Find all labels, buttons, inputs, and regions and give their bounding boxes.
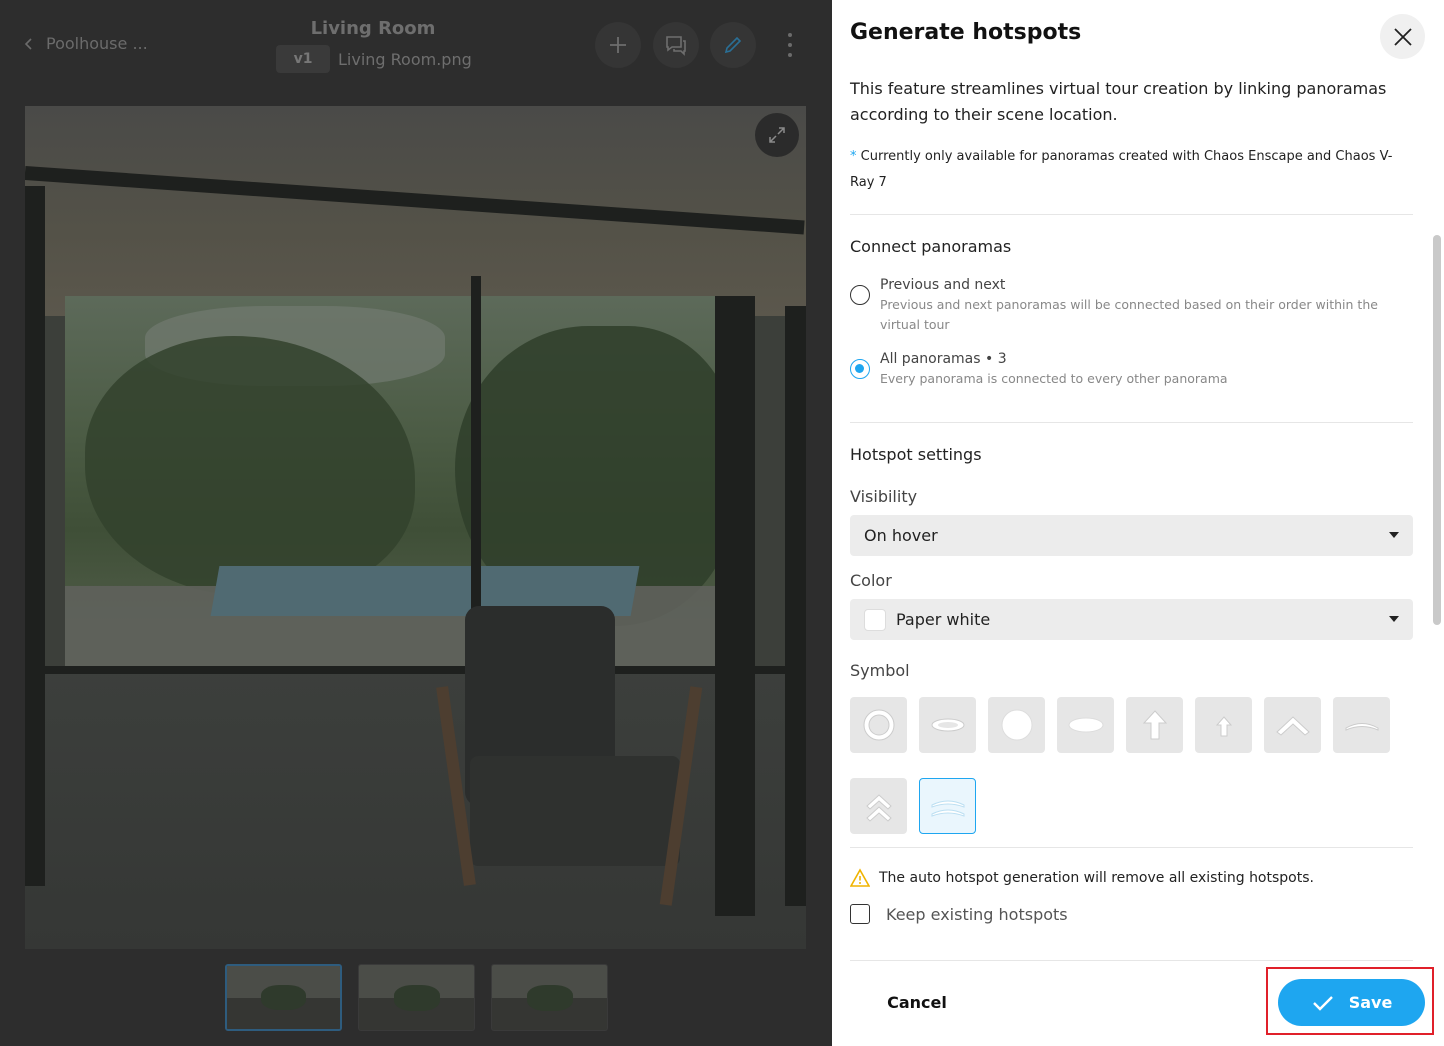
title-block: Living Room v1 Living Room.png xyxy=(276,18,476,73)
dot-symbol-icon xyxy=(1001,709,1032,741)
symbol-small-arrow-up[interactable] xyxy=(1195,697,1252,753)
divider xyxy=(850,422,1413,423)
more-vertical-icon[interactable] xyxy=(778,30,802,60)
edit-button[interactable] xyxy=(710,22,756,68)
version-badge[interactable]: v1 xyxy=(276,45,330,73)
warning-icon xyxy=(850,868,870,887)
divider xyxy=(850,847,1413,848)
symbol-flat-ring[interactable] xyxy=(919,697,976,753)
symbol-double-flat-chevron[interactable] xyxy=(919,778,976,834)
radio-label: Previous and next xyxy=(880,277,1006,293)
visibility-value: On hover xyxy=(864,526,938,545)
keep-existing-checkbox[interactable] xyxy=(850,904,870,924)
symbol-chevron-up[interactable] xyxy=(1264,697,1321,753)
panorama-image[interactable] xyxy=(25,106,806,949)
keep-existing-label: Keep existing hotspots xyxy=(886,904,1068,924)
radio-label: All panoramas • 3 xyxy=(880,351,1007,367)
caret-down-icon xyxy=(1389,532,1399,538)
thumbnail[interactable] xyxy=(491,964,608,1031)
add-button[interactable] xyxy=(595,22,641,68)
chevron-left-icon xyxy=(24,37,32,50)
close-button[interactable] xyxy=(1380,14,1425,59)
close-icon xyxy=(1393,27,1412,46)
radio-description: Previous and next panoramas will be conn… xyxy=(880,297,1378,332)
radio-all-panoramas[interactable]: All panoramas • 3 Every panorama is conn… xyxy=(850,349,1400,389)
symbol-flat-dot[interactable] xyxy=(1057,697,1114,753)
caret-down-icon xyxy=(1389,616,1399,622)
color-select[interactable]: Paper white xyxy=(850,599,1413,640)
room-title: Living Room xyxy=(310,18,436,39)
color-swatch xyxy=(864,608,886,631)
arrow-up-symbol-icon xyxy=(1142,710,1167,740)
note-marker: * xyxy=(850,149,857,164)
warning-text: The auto hotspot generation will remove … xyxy=(879,870,1314,886)
back-link[interactable]: Poolhouse ... xyxy=(22,34,148,53)
warning-message: The auto hotspot generation will remove … xyxy=(850,868,1314,888)
double-chevron-symbol-icon xyxy=(865,794,892,822)
color-value: Paper white xyxy=(896,610,991,629)
thumbnail[interactable] xyxy=(358,964,475,1031)
divider xyxy=(850,960,1413,961)
radio-previous-next[interactable]: Previous and next Previous and next pano… xyxy=(850,275,1400,335)
symbol-dot[interactable] xyxy=(988,697,1045,753)
intro-text: This feature streamlines virtual tour cr… xyxy=(850,79,1387,124)
flat-dot-symbol-icon xyxy=(1068,717,1103,733)
symbol-double-chevron[interactable] xyxy=(850,778,907,834)
panel-title: Generate hotspots xyxy=(850,20,1082,45)
flat-ring-symbol-icon xyxy=(931,718,964,732)
double-flat-chevron-symbol-icon xyxy=(931,800,964,817)
visibility-select[interactable]: On hover xyxy=(850,515,1413,556)
radio-button-checked[interactable] xyxy=(850,359,870,379)
flat-chevron-symbol-icon xyxy=(1345,723,1378,731)
symbol-flat-chevron[interactable] xyxy=(1333,697,1390,753)
cancel-button[interactable]: Cancel xyxy=(862,982,972,1022)
hotspot-section-title: Hotspot settings xyxy=(850,445,982,464)
color-label: Color xyxy=(850,571,892,590)
small-arrow-up-symbol-icon xyxy=(1215,716,1232,737)
comments-button[interactable] xyxy=(653,22,699,68)
radio-description: Every panorama is connected to every oth… xyxy=(880,371,1228,386)
project-name: Poolhouse ... xyxy=(46,34,148,53)
expand-icon xyxy=(769,127,785,143)
keep-existing-hotspots[interactable]: Keep existing hotspots xyxy=(850,904,1068,924)
chevron-up-symbol-icon xyxy=(1275,716,1310,736)
checkmark-icon xyxy=(1312,995,1333,1011)
settings-scroll-area[interactable]: Connect panoramas Previous and next Prev… xyxy=(832,215,1444,845)
thumbnail[interactable] xyxy=(225,964,342,1031)
save-label: Save xyxy=(1348,993,1393,1012)
note-text: Currently only available for panoramas c… xyxy=(850,149,1393,190)
symbol-label: Symbol xyxy=(850,661,910,680)
pencil-icon xyxy=(724,36,742,54)
panorama-viewer: Poolhouse ... Living Room v1 Living Room… xyxy=(0,0,832,1046)
file-name: Living Room.png xyxy=(338,49,472,69)
fullscreen-button[interactable] xyxy=(755,113,799,157)
radio-button[interactable] xyxy=(850,285,870,305)
plus-icon xyxy=(610,37,626,53)
symbol-arrow-up[interactable] xyxy=(1126,697,1183,753)
ring-symbol-icon xyxy=(863,709,894,741)
availability-note: * Currently only available for panoramas… xyxy=(850,144,1416,196)
symbol-ring[interactable] xyxy=(850,697,907,753)
thumbnail-strip xyxy=(225,964,608,1031)
connect-section-title: Connect panoramas xyxy=(850,237,1012,256)
save-button[interactable]: Save xyxy=(1278,979,1425,1026)
viewer-topbar: Poolhouse ... Living Room v1 Living Room… xyxy=(0,0,832,92)
generate-hotspots-panel: Generate hotspots This feature streamlin… xyxy=(832,0,1444,1046)
visibility-label: Visibility xyxy=(850,487,918,506)
comments-icon xyxy=(666,36,686,56)
